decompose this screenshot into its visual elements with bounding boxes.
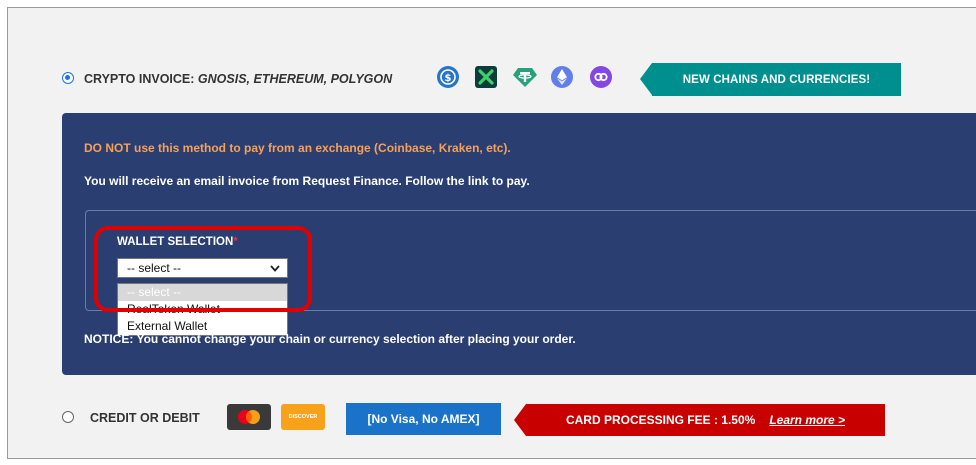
- crypto-label-chains: GNOSIS, ETHEREUM, POLYGON: [197, 72, 393, 86]
- notice-text: NOTICE: You cannot change your chain or …: [84, 332, 576, 346]
- discover-text: DISCOVER: [288, 414, 318, 420]
- crypto-label-prefix: CRYPTO INVOICE:: [84, 72, 195, 86]
- new-chains-badge-text: NEW CHAINS AND CURRENCIES!: [682, 73, 871, 86]
- tether-icon: [512, 66, 538, 88]
- notice-prefix: NOTICE:: [84, 332, 134, 346]
- notice-body: You cannot change your chain or currency…: [136, 332, 576, 346]
- no-visa-amex-text: [No Visa, No AMEX]: [367, 412, 480, 426]
- svg-text:$: $: [445, 73, 452, 84]
- wallet-highlight-box: [94, 226, 312, 312]
- mastercard-icon: [227, 404, 271, 430]
- crypto-invoice-radio[interactable]: [62, 72, 74, 84]
- learn-more-link[interactable]: Learn more >: [769, 413, 845, 427]
- invoice-info: You will receive an email invoice from R…: [84, 174, 530, 188]
- ethereum-icon: [551, 66, 573, 88]
- no-visa-amex-badge: [No Visa, No AMEX]: [346, 403, 501, 435]
- credit-debit-label[interactable]: CREDIT OR DEBIT: [90, 411, 200, 425]
- new-chains-badge: NEW CHAINS AND CURRENCIES!: [640, 63, 901, 96]
- usdc-icon: $: [437, 66, 459, 88]
- xdai-icon: [475, 66, 497, 88]
- card-fee-text: CARD PROCESSING FEE : 1.50%: [565, 413, 756, 427]
- card-fee-badge: CARD PROCESSING FEE : 1.50% Learn more >: [514, 404, 885, 436]
- polygon-icon: [590, 66, 612, 88]
- credit-debit-radio[interactable]: [62, 411, 74, 423]
- discover-icon: DISCOVER: [281, 404, 325, 430]
- crypto-invoice-label[interactable]: CRYPTO INVOICE: GNOSIS, ETHEREUM, POLYGO…: [84, 72, 392, 86]
- exchange-warning: DO NOT use this method to pay from an ex…: [84, 141, 511, 155]
